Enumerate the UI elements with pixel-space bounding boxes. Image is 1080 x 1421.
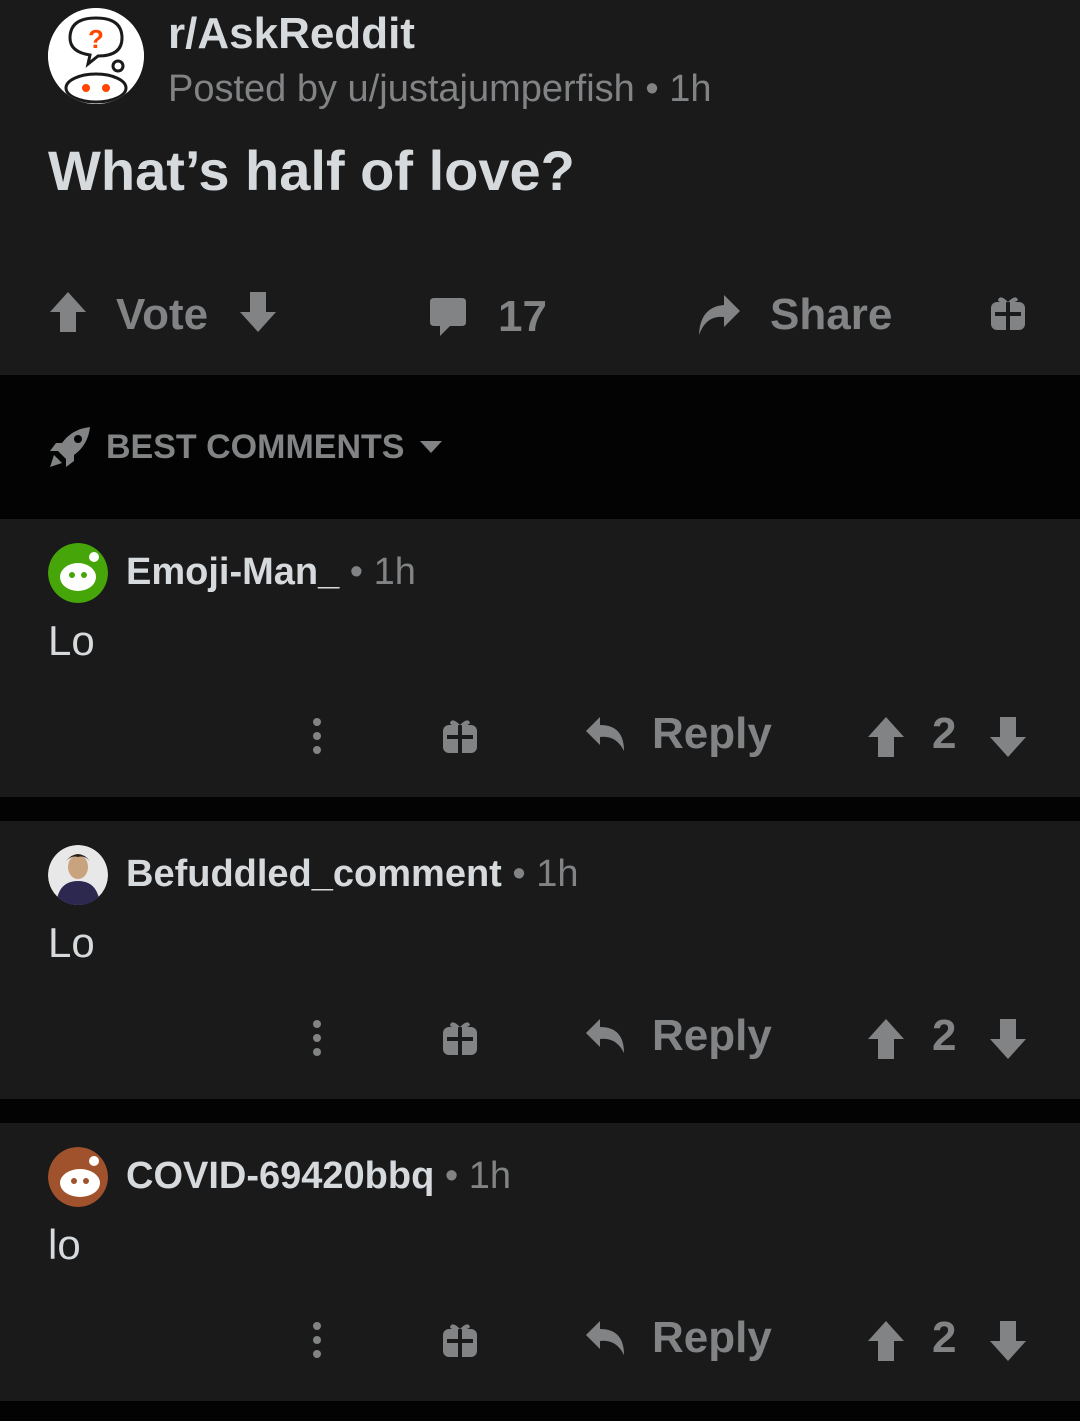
more-options-button[interactable] xyxy=(312,1321,322,1359)
upvote-button[interactable] xyxy=(866,1017,906,1061)
reply-label: Reply xyxy=(652,1313,772,1362)
upvote-icon xyxy=(868,1321,904,1361)
subreddit-avatar[interactable]: ? xyxy=(48,8,144,104)
upvote-button[interactable] xyxy=(866,715,906,759)
comment-body: Lo xyxy=(48,617,95,664)
upvote-button[interactable] xyxy=(48,290,88,334)
downvote-icon xyxy=(990,717,1026,757)
avatar[interactable] xyxy=(48,543,108,603)
downvote-button[interactable] xyxy=(988,1319,1028,1363)
comment-action-bar: Reply 2 xyxy=(0,1313,1080,1373)
reply-button[interactable]: Reply xyxy=(584,1313,772,1363)
post-meta: Posted by u/justajumperfish • 1h xyxy=(168,68,712,110)
comments-button[interactable]: 17 xyxy=(428,292,547,342)
comment-card: Befuddled_comment • 1h Lo Reply 2 xyxy=(0,821,1080,1099)
downvote-icon xyxy=(990,1019,1026,1059)
comment-header: COVID-69420bbq • 1h xyxy=(126,1153,511,1199)
sort-selector[interactable]: BEST COMMENTS xyxy=(48,425,444,469)
sort-label: BEST COMMENTS xyxy=(106,427,405,466)
comment-body: lo xyxy=(48,1221,81,1268)
downvote-button[interactable] xyxy=(988,1017,1028,1061)
comment-score: 2 xyxy=(932,1011,957,1060)
upvote-icon xyxy=(868,1019,904,1059)
gift-icon xyxy=(443,720,477,753)
comment-count: 17 xyxy=(498,292,547,341)
chevron-down-icon xyxy=(420,441,443,453)
downvote-icon xyxy=(990,1321,1026,1361)
reply-icon xyxy=(586,1321,624,1355)
comment-card: COVID-69420bbq • 1h lo Reply 2 xyxy=(0,1123,1080,1401)
comment-meta: • 1h xyxy=(501,853,579,895)
share-label: Share xyxy=(770,290,893,339)
award-button[interactable] xyxy=(442,1321,478,1359)
post-card: ? r/AskReddit Posted by u/justajumperfis… xyxy=(0,0,1080,375)
comment-author[interactable]: Emoji-Man_ xyxy=(126,551,339,593)
reply-label: Reply xyxy=(652,1011,772,1060)
award-button[interactable] xyxy=(990,294,1026,332)
comment-score: 2 xyxy=(932,1313,957,1362)
more-options-button[interactable] xyxy=(312,1019,322,1057)
comment-card: Emoji-Man_ • 1h Lo Reply 2 xyxy=(0,519,1080,797)
subreddit-name[interactable]: r/AskReddit xyxy=(168,8,415,60)
comment-sort-bar: BEST COMMENTS xyxy=(0,375,1080,519)
downvote-button[interactable] xyxy=(238,290,278,334)
reply-button[interactable]: Reply xyxy=(584,1011,772,1061)
comment-author[interactable]: Befuddled_comment xyxy=(126,853,502,895)
comment-score: 2 xyxy=(932,709,957,758)
more-options-button[interactable] xyxy=(312,717,322,755)
reply-icon xyxy=(586,1019,624,1053)
post-title[interactable]: What’s half of love? xyxy=(48,138,575,204)
award-button[interactable] xyxy=(442,1019,478,1057)
gift-icon xyxy=(443,1324,477,1357)
downvote-button[interactable] xyxy=(988,715,1028,759)
upvote-icon xyxy=(868,717,904,757)
comment-author[interactable]: COVID-69420bbq xyxy=(126,1155,434,1197)
comment-meta: • 1h xyxy=(434,1155,511,1197)
vote-label: Vote xyxy=(116,290,209,339)
svg-text:?: ? xyxy=(88,24,104,54)
downvote-icon xyxy=(240,292,276,332)
gift-icon xyxy=(443,1022,477,1055)
reply-icon xyxy=(586,717,624,751)
reply-label: Reply xyxy=(652,709,772,758)
comment-action-bar: Reply 2 xyxy=(0,1011,1080,1071)
share-button[interactable]: Share xyxy=(696,290,892,340)
comment-icon xyxy=(430,298,466,336)
avatar[interactable] xyxy=(48,1147,108,1207)
upvote-button[interactable] xyxy=(866,1319,906,1363)
reply-button[interactable]: Reply xyxy=(584,709,772,759)
more-vertical-icon xyxy=(313,1020,321,1056)
more-vertical-icon xyxy=(313,718,321,754)
gift-icon xyxy=(991,297,1025,330)
more-vertical-icon xyxy=(313,1322,321,1358)
award-button[interactable] xyxy=(442,717,478,755)
post-action-bar: Vote 17 Share xyxy=(0,280,1080,354)
comment-body: Lo xyxy=(48,919,95,966)
comment-action-bar: Reply 2 xyxy=(0,709,1080,769)
comment-header: Emoji-Man_ • 1h xyxy=(126,549,416,595)
comment-header: Befuddled_comment • 1h xyxy=(126,851,579,897)
comment-meta: • 1h xyxy=(339,551,416,593)
upvote-icon xyxy=(50,292,86,332)
share-icon xyxy=(699,295,740,335)
rocket-icon xyxy=(50,427,90,467)
avatar[interactable] xyxy=(48,845,108,905)
